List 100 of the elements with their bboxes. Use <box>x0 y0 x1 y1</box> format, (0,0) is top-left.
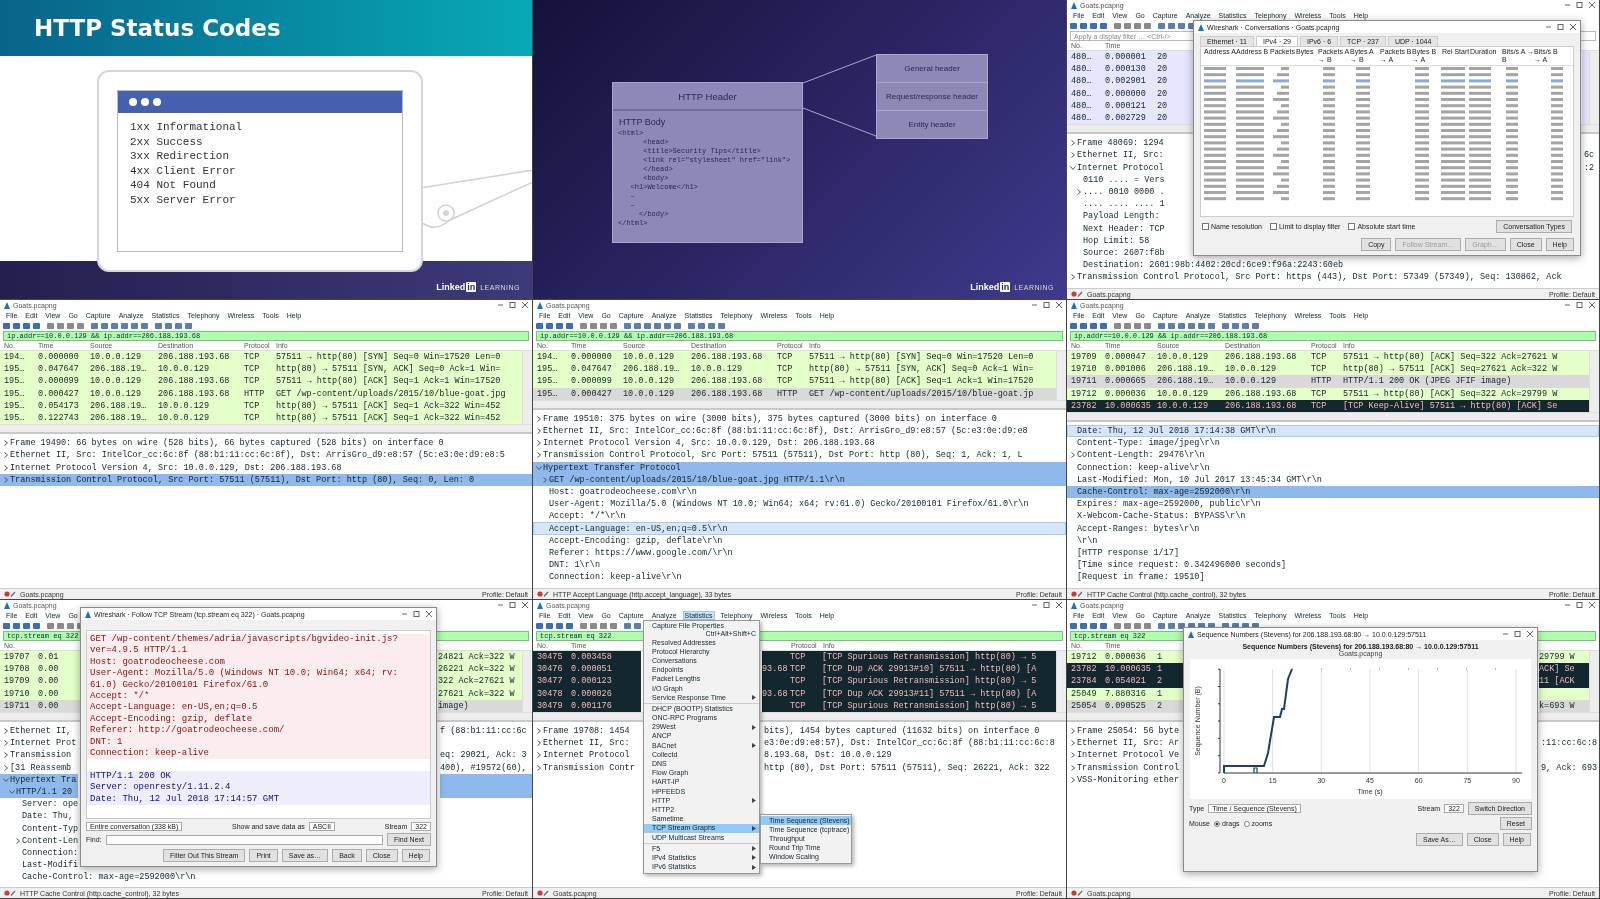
detail-row[interactable]: Content-Type: image/jpeg\r\n <box>1067 437 1599 450</box>
detail-row[interactable]: Frame 25054: 56 byte <box>1067 724 1181 738</box>
caret-right-icon[interactable] <box>1070 152 1076 159</box>
detail-row[interactable]: Date: Thu, 12 Jul 2018 17:14:38 GMT\r\n <box>1067 424 1599 438</box>
detail-row[interactable]: Cache-Control: max-age=2592000\r\n <box>1067 485 1599 499</box>
caret-right-icon[interactable] <box>1076 188 1082 195</box>
detail-row[interactable]: Content-Typ <box>0 822 79 835</box>
scrollbar[interactable] <box>0 424 532 433</box>
toolbar-icons-drawing[interactable] <box>1070 321 1260 330</box>
caret-down-icon[interactable] <box>9 788 15 795</box>
detail-row[interactable]: DNT: 1\r\n <box>533 559 1066 572</box>
caret-right-icon[interactable] <box>536 415 542 422</box>
scrollbar[interactable] <box>1589 51 1599 125</box>
caret-right-icon[interactable] <box>3 752 9 759</box>
scrollbar[interactable] <box>522 351 532 425</box>
detail-row[interactable]: Server: ope <box>0 798 79 811</box>
detail-row[interactable]: Transmission Control Protocol, Src Port: https (443), Dst Port: 57349 (57349), Seq: 130862, Ack <box>1067 271 1562 284</box>
scrollbar[interactable] <box>533 399 1066 408</box>
detail-row[interactable]: Accept-Ranges: bytes\r\n <box>1067 522 1599 535</box>
toolbar-icons-drawing[interactable] <box>3 321 193 330</box>
detail-row[interactable]: Hop Limit: 58 <box>1067 234 1191 247</box>
blurred-table-row[interactable] <box>1204 160 1563 163</box>
blurred-table-row[interactable] <box>1204 178 1563 182</box>
capture-status-icon[interactable] <box>1071 890 1083 896</box>
packet-row[interactable]: 26221 Ack=322 W <box>438 663 522 676</box>
detail-row[interactable]: Connection: <box>0 846 79 859</box>
window-controls-icon[interactable] <box>498 302 528 308</box>
detail-row[interactable]: .... .... .... 1 <box>1067 198 1191 211</box>
detail-row[interactable]: Host: goatrodeocheese.com\r\n <box>533 485 1066 499</box>
caret-right-icon[interactable] <box>536 440 542 447</box>
blurred-table-row[interactable] <box>1204 184 1563 188</box>
detail-row[interactable]: Content-Length: 29476\r\n <box>1067 449 1599 462</box>
blurred-table-row[interactable] <box>1204 166 1563 170</box>
detail-row[interactable]: Transmission Control Protocol, Src Port: 57511 (57511), Dst Port: http (80), Seq: 0, Len: 0 <box>0 473 532 486</box>
caret-right-icon[interactable] <box>536 740 542 747</box>
detail-row[interactable]: 8.193.68, Dst: 10.0.0.129 <box>764 749 1066 762</box>
caret-right-icon[interactable] <box>3 728 9 735</box>
detail-row[interactable]: Transmission Contr <box>533 761 641 774</box>
detail-row[interactable]: 6c <box>1584 149 1599 162</box>
window-controls-icon[interactable] <box>498 602 528 608</box>
blurred-table-row[interactable] <box>1204 147 1563 151</box>
detail-row[interactable]: Frame 19708: 1454 <box>533 724 641 738</box>
caret-right-icon[interactable] <box>15 837 21 844</box>
caret-right-icon[interactable] <box>3 476 9 483</box>
detail-row[interactable]: Transmission Control <box>1067 761 1181 774</box>
window-controls-icon[interactable] <box>1565 302 1595 308</box>
packet-row[interactable]: 93.68 TCP [TCP Dup ACK 29913#10] 57511 → http(80) [A <box>762 663 1056 676</box>
detail-row[interactable]: 400), #19572(60), <box>440 761 532 774</box>
packet-row[interactable]: 195… 0.000099 10.0.0.129 206.188.193.68 TCP 57511 → http(80) [ACK] Seq=1 Ack=1 Win=17520 <box>533 375 1056 388</box>
detail-row[interactable]: Ethernet II, Src: IntelCor_cc:6c:8f (88:b1:11:cc:6c:8f), Dst: ArrisGro_d9:e8:57 (5c:e3:0e:d9:e8:5 <box>0 449 532 462</box>
detail-row[interactable]: Ethernet II, <box>0 724 78 738</box>
scrollbar[interactable] <box>1589 351 1599 412</box>
blurred-table-row[interactable] <box>1204 98 1563 101</box>
window-controls-icon[interactable] <box>1032 302 1062 308</box>
packet-row[interactable]: 30475 0.003458 <box>533 651 641 664</box>
blurred-table-row[interactable] <box>1204 104 1563 108</box>
capture-status-icon[interactable] <box>537 890 549 896</box>
detail-row[interactable]: Accept-Encoding: gzip, deflate\r\n <box>533 534 1066 547</box>
detail-row[interactable]: Hypertext Tra <box>0 773 78 786</box>
caret-right-icon[interactable] <box>1070 752 1076 759</box>
detail-row[interactable]: Referer: https://www.google.com/\r\n <box>533 546 1066 559</box>
blurred-table-row[interactable] <box>1204 191 1563 194</box>
blurred-table-row[interactable] <box>1204 91 1563 95</box>
capture-status-icon[interactable] <box>4 890 16 896</box>
caret-right-icon[interactable] <box>536 452 542 459</box>
detail-row[interactable]: http (80), Dst Port: 57511 (57511), Seq: 26221, Ack: 322 <box>764 761 1066 774</box>
checkbox[interactable] <box>1348 223 1356 230</box>
detail-row[interactable]: :2 <box>1584 161 1599 174</box>
toolbar-icons-drawing[interactable] <box>536 321 726 330</box>
packet-row[interactable]: 19710 0.001006 206.188.19… 10.0.0.129 TCP http(80) → 57511 [ACK] Seq=27621 Ack=322 W <box>1067 363 1589 376</box>
detail-row[interactable]: [HTTP response 1/17] <box>1067 546 1599 559</box>
caret-right-icon[interactable] <box>1070 728 1076 735</box>
detail-row[interactable]: 0110 .... = Vers <box>1067 173 1191 186</box>
packet-row[interactable]: 194… 0.000000 10.0.0.129 206.188.193.68 TCP 57511 → http(80) [SYN] Seq=0 Win=17520 Len=0 <box>533 351 1056 364</box>
radio-button[interactable] <box>1214 820 1220 827</box>
capture-status-icon[interactable] <box>1071 291 1083 297</box>
detail-row[interactable]: Frame 19490: 66 bytes on wire (528 bits), 66 bytes captured (528 bits) on interface 0 <box>0 437 532 450</box>
detail-row[interactable]: Transmission Control Protocol, Src Port: 57511 (57511), Dst Port: http (80), Seq: 1, Ack: 1, L <box>533 449 1066 462</box>
caret-right-icon[interactable] <box>1070 140 1076 147</box>
detail-row[interactable]: Ethernet II, Src: <box>1067 149 1191 162</box>
detail-row[interactable]: [31 Reassemb <box>0 761 78 774</box>
detail-row[interactable]: Hypertext Transfer Protocol <box>533 461 1066 474</box>
scrollbar[interactable] <box>1589 651 1599 712</box>
caret-down-icon[interactable] <box>1070 164 1076 171</box>
blurred-table-row[interactable] <box>1204 172 1563 176</box>
window-controls-icon[interactable] <box>1546 24 1576 30</box>
packet-row[interactable]: 30476 0.000051 <box>533 663 641 676</box>
caret-right-icon[interactable] <box>536 764 542 771</box>
blurred-table-row[interactable] <box>1204 67 1563 70</box>
packet-row[interactable]: 194… 0.000000 10.0.0.129 206.188.193.68 TCP 57511 → http(80) [SYN] Seq=0 Win=17520 Len=0 <box>0 351 522 364</box>
blurred-table-row[interactable] <box>1204 73 1563 77</box>
detail-row[interactable]: Destination: 2601:98b:4402:20cd:6ce9:f96a:2243:60eb <box>1067 259 1344 272</box>
checkbox[interactable] <box>1202 223 1209 230</box>
detail-row[interactable]: Connection: keep-alive\r\n <box>1067 461 1599 474</box>
detail-row[interactable]: Last-Modifi <box>0 859 79 872</box>
caret-right-icon[interactable] <box>3 740 9 747</box>
detail-row[interactable]: [Request in frame: 19510] <box>1067 571 1599 584</box>
toolbar-icons-drawing[interactable] <box>1070 621 1260 630</box>
radio-button[interactable] <box>1243 820 1250 827</box>
detail-row[interactable]: Internet Protocol <box>533 749 641 762</box>
